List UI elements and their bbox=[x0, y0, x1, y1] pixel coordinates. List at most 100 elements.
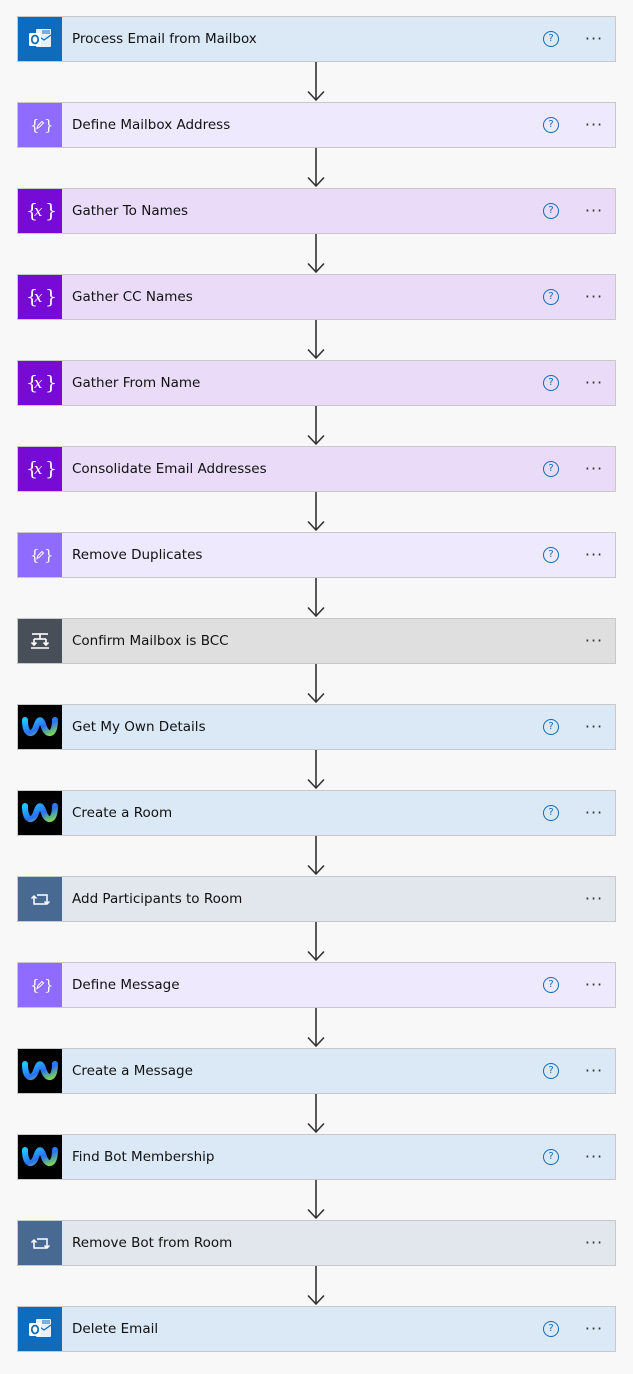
variable-edit-icon: {} bbox=[18, 103, 62, 147]
step-title: Confirm Mailbox is BCC bbox=[72, 633, 229, 649]
connector-arrow bbox=[17, 406, 616, 446]
more-options-button[interactable]: ··· bbox=[581, 31, 607, 47]
connector-arrow bbox=[17, 664, 616, 704]
connector-arrow bbox=[17, 836, 616, 876]
connector-arrow bbox=[17, 578, 616, 618]
outlook-icon bbox=[18, 1307, 62, 1351]
step-title: Delete Email bbox=[72, 1321, 159, 1337]
step-card[interactable]: Find Bot Membership? ··· bbox=[17, 1134, 616, 1180]
svg-text:}: } bbox=[45, 200, 55, 222]
help-icon[interactable]: ? bbox=[543, 203, 559, 219]
svg-text:}: } bbox=[45, 372, 55, 394]
connector-arrow bbox=[17, 750, 616, 790]
step-title: Add Participants to Room bbox=[72, 891, 243, 907]
step-card[interactable]: Get My Own Details? ··· bbox=[17, 704, 616, 750]
connector-arrow bbox=[17, 1094, 616, 1134]
more-options-button[interactable]: ··· bbox=[581, 633, 607, 649]
connector-arrow bbox=[17, 1180, 616, 1220]
condition-icon bbox=[18, 619, 62, 663]
more-options-button[interactable]: ··· bbox=[581, 461, 607, 477]
step-title: Define Mailbox Address bbox=[72, 117, 231, 133]
more-options-button[interactable]: ··· bbox=[581, 891, 607, 907]
connector-arrow bbox=[17, 1008, 616, 1048]
connector-arrow bbox=[17, 62, 616, 102]
more-options-button[interactable]: ··· bbox=[581, 1321, 607, 1337]
step-card[interactable]: Confirm Mailbox is BCC ··· bbox=[17, 618, 616, 664]
loop-icon bbox=[18, 877, 62, 921]
svg-text:}: } bbox=[44, 976, 52, 994]
help-icon[interactable]: ? bbox=[543, 1063, 559, 1079]
variable-edit-icon: {} bbox=[18, 533, 62, 577]
step-title: Remove Bot from Room bbox=[72, 1235, 233, 1251]
svg-text:}: } bbox=[45, 458, 55, 480]
step-card[interactable]: Add Participants to Room ··· bbox=[17, 876, 616, 922]
svg-text:}: } bbox=[44, 546, 52, 564]
help-icon[interactable]: ? bbox=[543, 31, 559, 47]
step-title: Consolidate Email Addresses bbox=[72, 461, 267, 477]
more-options-button[interactable]: ··· bbox=[581, 289, 607, 305]
step-card[interactable]: Remove Bot from Room ··· bbox=[17, 1220, 616, 1266]
step-card[interactable]: {x} Gather From Name? ··· bbox=[17, 360, 616, 406]
step-card[interactable]: {} Define Mailbox Address? ··· bbox=[17, 102, 616, 148]
step-title: Gather CC Names bbox=[72, 289, 193, 305]
more-options-button[interactable]: ··· bbox=[581, 1149, 607, 1165]
more-options-button[interactable]: ··· bbox=[581, 375, 607, 391]
help-icon[interactable]: ? bbox=[543, 461, 559, 477]
step-card[interactable]: Create a Message? ··· bbox=[17, 1048, 616, 1094]
step-card[interactable]: {x} Gather CC Names? ··· bbox=[17, 274, 616, 320]
more-options-button[interactable]: ··· bbox=[581, 203, 607, 219]
help-icon[interactable]: ? bbox=[543, 1149, 559, 1165]
connector-arrow bbox=[17, 922, 616, 962]
more-options-button[interactable]: ··· bbox=[581, 719, 607, 735]
help-icon[interactable]: ? bbox=[543, 375, 559, 391]
step-card[interactable]: {x} Gather To Names? ··· bbox=[17, 188, 616, 234]
help-icon[interactable]: ? bbox=[543, 1321, 559, 1337]
step-title: Define Message bbox=[72, 977, 180, 993]
variable-x-icon: {x} bbox=[18, 189, 62, 233]
help-icon[interactable]: ? bbox=[543, 977, 559, 993]
step-card[interactable]: {} Remove Duplicates? ··· bbox=[17, 532, 616, 578]
step-title: Gather From Name bbox=[72, 375, 201, 391]
svg-text:x: x bbox=[34, 460, 43, 478]
step-title: Gather To Names bbox=[72, 203, 189, 219]
webex-icon bbox=[18, 1049, 62, 1093]
help-icon[interactable]: ? bbox=[543, 805, 559, 821]
step-title: Create a Message bbox=[72, 1063, 193, 1079]
step-card[interactable]: Delete Email? ··· bbox=[17, 1306, 616, 1352]
webex-icon bbox=[18, 1135, 62, 1179]
connector-arrow bbox=[17, 1266, 616, 1306]
connector-arrow bbox=[17, 148, 616, 188]
flow-canvas: Process Email from Mailbox? ··· {} Define M… bbox=[17, 16, 616, 1352]
variable-x-icon: {x} bbox=[18, 447, 62, 491]
help-icon[interactable]: ? bbox=[543, 289, 559, 305]
webex-icon bbox=[18, 705, 62, 749]
help-icon[interactable]: ? bbox=[543, 719, 559, 735]
connector-arrow bbox=[17, 320, 616, 360]
step-card[interactable]: Process Email from Mailbox? ··· bbox=[17, 16, 616, 62]
svg-text:x: x bbox=[34, 288, 43, 306]
step-title: Remove Duplicates bbox=[72, 547, 203, 563]
more-options-button[interactable]: ··· bbox=[581, 1063, 607, 1079]
connector-arrow bbox=[17, 234, 616, 274]
help-icon[interactable]: ? bbox=[543, 547, 559, 563]
variable-x-icon: {x} bbox=[18, 275, 62, 319]
webex-icon bbox=[18, 791, 62, 835]
step-card[interactable]: {} Define Message? ··· bbox=[17, 962, 616, 1008]
step-title: Get My Own Details bbox=[72, 719, 206, 735]
svg-text:}: } bbox=[45, 286, 55, 308]
step-card[interactable]: Create a Room? ··· bbox=[17, 790, 616, 836]
svg-text:}: } bbox=[44, 116, 52, 134]
more-options-button[interactable]: ··· bbox=[581, 547, 607, 563]
svg-text:x: x bbox=[34, 202, 43, 220]
help-icon[interactable]: ? bbox=[543, 117, 559, 133]
variable-edit-icon: {} bbox=[18, 963, 62, 1007]
loop-icon bbox=[18, 1221, 62, 1265]
step-card[interactable]: {x} Consolidate Email Addresses? ··· bbox=[17, 446, 616, 492]
more-options-button[interactable]: ··· bbox=[581, 1235, 607, 1251]
more-options-button[interactable]: ··· bbox=[581, 117, 607, 133]
more-options-button[interactable]: ··· bbox=[581, 977, 607, 993]
step-title: Process Email from Mailbox bbox=[72, 31, 257, 47]
step-title: Create a Room bbox=[72, 805, 173, 821]
more-options-button[interactable]: ··· bbox=[581, 805, 607, 821]
svg-text:x: x bbox=[34, 374, 43, 392]
